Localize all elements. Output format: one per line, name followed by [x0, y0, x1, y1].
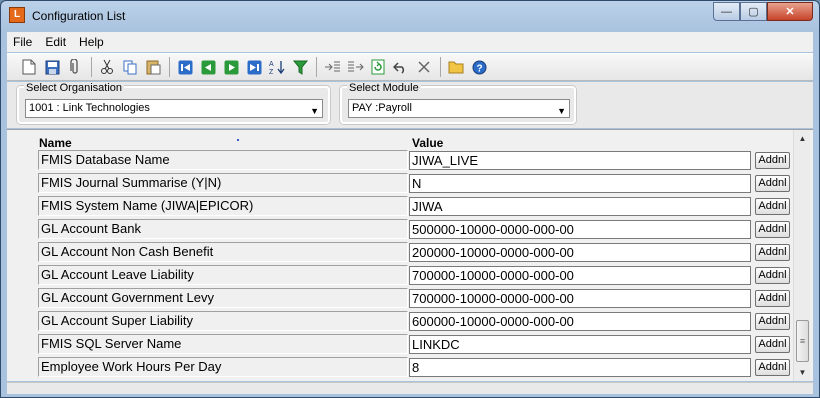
- table-row: GL Account Super Liability 600000-10000-…: [7, 309, 792, 332]
- configuration-list-window: L Configuration List — ▢ ✕ File Edit Hel…: [0, 0, 820, 398]
- row-name-cell: FMIS Journal Summarise (Y|N): [38, 173, 408, 193]
- toolbar-separator: [169, 57, 170, 77]
- header-marker: [237, 139, 239, 141]
- organisation-select-value: 1001 : Link Technologies: [29, 102, 150, 114]
- row-value-field[interactable]: JIWA: [409, 197, 751, 216]
- row-value-field[interactable]: 500000-10000-0000-000-00: [409, 220, 751, 239]
- row-name-cell: GL Account Bank: [38, 219, 408, 239]
- addnl-button[interactable]: Addnl: [755, 244, 790, 261]
- undo-icon[interactable]: [391, 57, 411, 77]
- table-row: GL Account Non Cash Benefit 200000-10000…: [7, 240, 792, 263]
- addnl-button[interactable]: Addnl: [755, 336, 790, 353]
- addnl-button[interactable]: Addnl: [755, 175, 790, 192]
- module-select[interactable]: PAY :Payroll ▼: [348, 99, 570, 118]
- configuration-grid: Name Value FMIS Database Name JIWA_LIVE …: [7, 129, 813, 381]
- addnl-button[interactable]: Addnl: [755, 313, 790, 330]
- vertical-scrollbar[interactable]: ▲ ≡ ▼: [793, 130, 810, 381]
- table-row: FMIS Journal Summarise (Y|N) N Addnl: [7, 171, 792, 194]
- save-icon[interactable]: [42, 57, 62, 77]
- row-value-field[interactable]: N: [409, 174, 751, 193]
- row-name-cell: GL Account Super Liability: [38, 311, 408, 331]
- module-select-value: PAY :Payroll: [352, 102, 412, 114]
- toolbar-separator: [316, 57, 317, 77]
- module-label: Select Module: [347, 82, 421, 94]
- organisation-label: Select Organisation: [24, 82, 124, 94]
- svg-text:?: ?: [476, 63, 482, 74]
- row-name-cell: GL Account Non Cash Benefit: [38, 242, 408, 262]
- cut-icon[interactable]: [97, 57, 117, 77]
- row-value-field[interactable]: 8: [409, 358, 751, 377]
- addnl-button[interactable]: Addnl: [755, 290, 790, 307]
- app-logo-icon: L: [9, 7, 25, 23]
- addnl-button[interactable]: Addnl: [755, 267, 790, 284]
- row-name-cell: FMIS Database Name: [38, 150, 408, 170]
- paste-icon[interactable]: [143, 57, 163, 77]
- table-row: Employee Work Hours Per Day 8 Addnl: [7, 355, 792, 378]
- help-icon[interactable]: ?: [469, 57, 489, 77]
- menu-edit[interactable]: Edit: [45, 35, 66, 49]
- filter-bar: Select Organisation 1001 : Link Technolo…: [7, 82, 813, 128]
- dropdown-arrow-icon: ▼: [310, 106, 319, 116]
- row-name-cell: FMIS SQL Server Name: [38, 334, 408, 354]
- table-row: GL Account Government Levy 700000-10000-…: [7, 286, 792, 309]
- first-record-icon[interactable]: [175, 57, 195, 77]
- row-value-field[interactable]: 200000-10000-0000-000-00: [409, 243, 751, 262]
- filter-icon[interactable]: [290, 57, 310, 77]
- table-row: GL Account Bank 500000-10000-0000-000-00…: [7, 217, 792, 240]
- toolbar: AZ ?: [7, 53, 813, 81]
- row-value-field[interactable]: LINKDC: [409, 335, 751, 354]
- maximize-button[interactable]: ▢: [740, 2, 767, 21]
- scroll-down-icon[interactable]: ▼: [794, 364, 811, 381]
- attach-icon[interactable]: [65, 57, 85, 77]
- open-folder-icon[interactable]: [446, 57, 466, 77]
- menu-file[interactable]: File: [13, 35, 32, 49]
- row-name-cell: GL Account Leave Liability: [38, 265, 408, 285]
- outdent-icon[interactable]: [345, 57, 365, 77]
- sort-icon[interactable]: AZ: [267, 57, 287, 77]
- addnl-button[interactable]: Addnl: [755, 152, 790, 169]
- organisation-select[interactable]: 1001 : Link Technologies ▼: [25, 99, 323, 118]
- addnl-button[interactable]: Addnl: [755, 359, 790, 376]
- scroll-up-icon[interactable]: ▲: [794, 130, 811, 147]
- row-value-field[interactable]: 700000-10000-0000-000-00: [409, 266, 751, 285]
- table-row: FMIS System Name (JIWA|EPICOR) JIWA Addn…: [7, 194, 792, 217]
- scroll-thumb[interactable]: ≡: [796, 320, 809, 362]
- refresh-icon[interactable]: [368, 57, 388, 77]
- row-value-field[interactable]: JIWA_LIVE: [409, 151, 751, 170]
- last-record-icon[interactable]: [244, 57, 264, 77]
- window-title: Configuration List: [32, 9, 126, 23]
- minimize-button[interactable]: —: [713, 2, 740, 21]
- row-name-cell: FMIS System Name (JIWA|EPICOR): [38, 196, 408, 216]
- dropdown-arrow-icon: ▼: [557, 106, 566, 116]
- delete-icon[interactable]: [414, 57, 434, 77]
- row-name-cell: Employee Work Hours Per Day: [38, 357, 408, 377]
- grid-header: Name Value: [7, 130, 792, 150]
- new-icon[interactable]: [19, 57, 39, 77]
- svg-text:A: A: [269, 61, 274, 68]
- table-row: FMIS Database Name JIWA_LIVE Addnl: [7, 148, 792, 171]
- toolbar-separator: [91, 57, 92, 77]
- addnl-button[interactable]: Addnl: [755, 221, 790, 238]
- menu-help[interactable]: Help: [79, 35, 104, 49]
- next-record-icon[interactable]: [221, 57, 241, 77]
- row-value-field[interactable]: 600000-10000-0000-000-00: [409, 312, 751, 331]
- menu-bar: File Edit Help: [7, 32, 813, 52]
- table-row: GL Account Leave Liability 700000-10000-…: [7, 263, 792, 286]
- module-group: Select Module PAY :Payroll ▼: [340, 82, 576, 124]
- close-button[interactable]: ✕: [767, 2, 813, 21]
- row-value-field[interactable]: 700000-10000-0000-000-00: [409, 289, 751, 308]
- copy-icon[interactable]: [120, 57, 140, 77]
- organisation-group: Select Organisation 1001 : Link Technolo…: [17, 82, 330, 124]
- title-bar[interactable]: L Configuration List — ▢ ✕: [1, 1, 819, 31]
- indent-icon[interactable]: [322, 57, 342, 77]
- row-name-cell: GL Account Government Levy: [38, 288, 408, 308]
- previous-record-icon[interactable]: [198, 57, 218, 77]
- status-bar: [7, 382, 813, 394]
- svg-text:Z: Z: [269, 69, 274, 75]
- table-row: FMIS SQL Server Name LINKDC Addnl: [7, 332, 792, 355]
- addnl-button[interactable]: Addnl: [755, 198, 790, 215]
- toolbar-separator: [440, 57, 441, 77]
